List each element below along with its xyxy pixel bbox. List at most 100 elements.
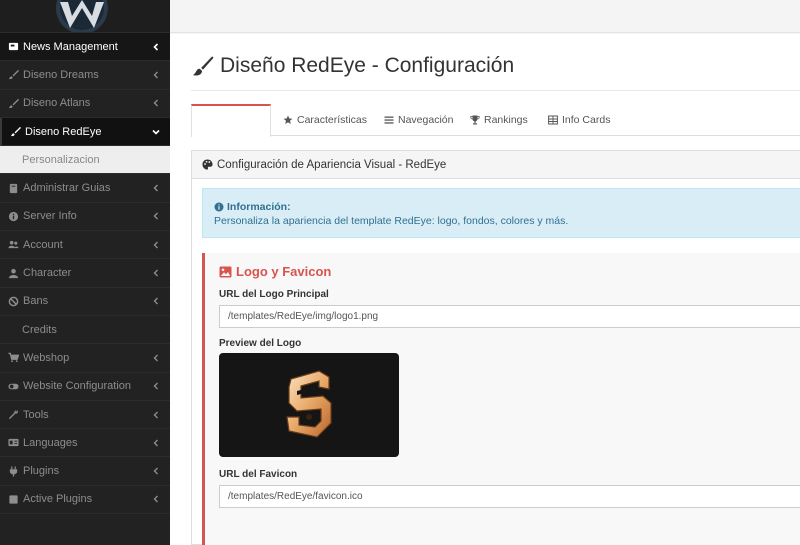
sidebar-item-news-management[interactable]: News Management: [0, 33, 170, 62]
info-circle-icon: [8, 211, 19, 222]
chevron-left-icon: [153, 439, 158, 447]
sidebar-item-label: Server Info: [23, 210, 77, 223]
sidebar-item-diseno-dreams[interactable]: Diseno Dreams: [0, 61, 170, 90]
trophy-icon: [470, 115, 480, 125]
bars-icon: [384, 116, 394, 124]
book-icon: [8, 183, 19, 194]
chevron-left-icon: [153, 269, 158, 277]
sidebar-item-diseno-redeye[interactable]: Diseno RedEye: [0, 117, 170, 147]
appearance-panel: Configuración de Apariencia Visual - Red…: [191, 150, 800, 545]
info-circle-icon: [214, 202, 224, 212]
sidebar-item-label: News Management: [23, 40, 118, 53]
sidebar-item-label: Diseno Dreams: [23, 68, 99, 81]
tab-logo-favicon[interactable]: [191, 104, 271, 137]
page-title: Diseño RedEye - Configuración: [192, 54, 514, 78]
favicon-url-input[interactable]: /templates/RedEye/favicon.ico: [219, 485, 800, 508]
tab-label: Rankings: [484, 114, 528, 126]
sidebar-item-languages[interactable]: Languages: [0, 429, 170, 458]
sidebar-item-bans[interactable]: Bans: [0, 288, 170, 316]
chevron-left-icon: [153, 43, 159, 51]
logo-preview-label: Preview del Logo: [219, 338, 302, 349]
sidebar-item-active-plugins[interactable]: Active Plugins: [0, 486, 170, 515]
sidebar-item-label: Plugins: [23, 465, 60, 478]
sidebar-item-label: Diseno RedEye: [25, 125, 102, 138]
tab-navegacion[interactable]: Navegación: [384, 104, 453, 136]
s-logo-image: [286, 370, 332, 438]
sidebar-item-tools[interactable]: Tools: [0, 401, 170, 430]
info-title: Información:: [227, 201, 291, 213]
chevron-left-icon: [153, 71, 158, 79]
sidebar-item-label: Account: [23, 238, 63, 251]
image-icon: [219, 266, 232, 277]
logo-url-input[interactable]: /templates/RedEye/img/logo1.png: [219, 305, 800, 328]
page-title-text: Diseño RedEye - Configuración: [220, 54, 515, 77]
sidebar-item-label: Active Plugins: [23, 493, 93, 506]
main-content: Diseño RedEye - Configuración Caracterís…: [170, 34, 800, 545]
chevron-left-icon: [153, 297, 158, 305]
chevron-left-icon: [153, 354, 158, 362]
chevron-left-icon: [153, 184, 158, 192]
brush-icon: [8, 98, 19, 109]
section-title: Logo y Favicon: [219, 264, 331, 279]
sidebar-item-label: Character: [23, 267, 72, 280]
tab-caracteristicas[interactable]: Características: [283, 104, 367, 136]
star-icon: [283, 115, 293, 124]
panel-title: Configuración de Apariencia Visual - Red…: [217, 158, 447, 171]
panel-header: Configuración de Apariencia Visual - Red…: [192, 151, 800, 179]
newspaper-icon: [8, 41, 19, 52]
chevron-left-icon: [153, 411, 158, 418]
sidebar-item-label: Bans: [23, 295, 49, 308]
chevron-left-icon: [153, 382, 158, 390]
sidebar-item-webshop[interactable]: Webshop: [0, 344, 170, 373]
chevron-left-icon: [153, 495, 158, 503]
chevron-left-icon: [153, 241, 158, 249]
sidebar-subitem-personalizacion[interactable]: Personalizacion: [0, 146, 170, 175]
sidebar-item-label: Administrar Guias: [23, 182, 111, 195]
sidebar-item-plugins[interactable]: Plugins: [0, 457, 170, 486]
section-title-text: Logo y Favicon: [236, 264, 332, 279]
sidebar-item-credits[interactable]: Credits: [0, 316, 170, 345]
chevron-left-icon: [153, 99, 158, 107]
tab-label: Navegación: [398, 114, 454, 126]
sidebar-item-account[interactable]: Account: [0, 231, 170, 260]
sidebar-item-label: Webshop: [23, 351, 70, 364]
toggle-icon: [8, 381, 19, 392]
info-text: Personaliza la apariencia del template R…: [214, 215, 569, 227]
tab-label: Características: [297, 114, 368, 126]
brush-icon: [10, 126, 21, 137]
sidebar-item-label: Diseno Atlans: [23, 97, 91, 110]
sidebar: News Management Diseno Dreams Diseno Atl…: [0, 0, 170, 545]
users-icon: [8, 239, 19, 250]
logo-url-label: URL del Logo Principal: [219, 289, 329, 300]
brand-logo[interactable]: [0, 0, 170, 33]
sidebar-item-label: Website Configuration: [23, 380, 132, 393]
brush-icon: [8, 69, 19, 80]
palette-icon: [202, 159, 213, 170]
language-icon: [8, 437, 19, 448]
tab-bar: Características Navegación Rankings Info…: [191, 104, 800, 137]
divider: [191, 90, 800, 91]
chevron-left-icon: [153, 467, 158, 475]
sidebar-item-diseno-atlans[interactable]: Diseno Atlans: [0, 90, 170, 118]
logo-favicon-card: Logo y Favicon URL del Logo Principal /t…: [202, 253, 800, 545]
table-icon: [548, 115, 558, 125]
tab-info-cards[interactable]: Info Cards: [548, 104, 610, 136]
logo-preview: [219, 353, 399, 457]
plug-icon: [8, 466, 19, 477]
sidebar-item-website-configuration[interactable]: Website Configuration: [0, 373, 170, 401]
square-icon: [8, 494, 19, 505]
sidebar-item-administrar-guias[interactable]: Administrar Guias: [0, 174, 170, 203]
sidebar-item-label: Personalizacion: [22, 153, 100, 166]
ban-icon: [8, 296, 19, 307]
tab-rankings[interactable]: Rankings: [470, 104, 528, 136]
info-alert: Información: Personaliza la apariencia d…: [202, 188, 800, 238]
user-icon: [8, 268, 19, 279]
sidebar-item-character[interactable]: Character: [0, 259, 170, 288]
favicon-url-label: URL del Favicon: [219, 469, 298, 480]
chevron-down-icon: [152, 129, 160, 135]
cart-icon: [8, 352, 19, 363]
chevron-left-icon: [153, 212, 158, 220]
wrench-icon: [8, 409, 19, 420]
sidebar-item-server-info[interactable]: Server Info: [0, 203, 170, 232]
brush-icon: [192, 56, 214, 76]
